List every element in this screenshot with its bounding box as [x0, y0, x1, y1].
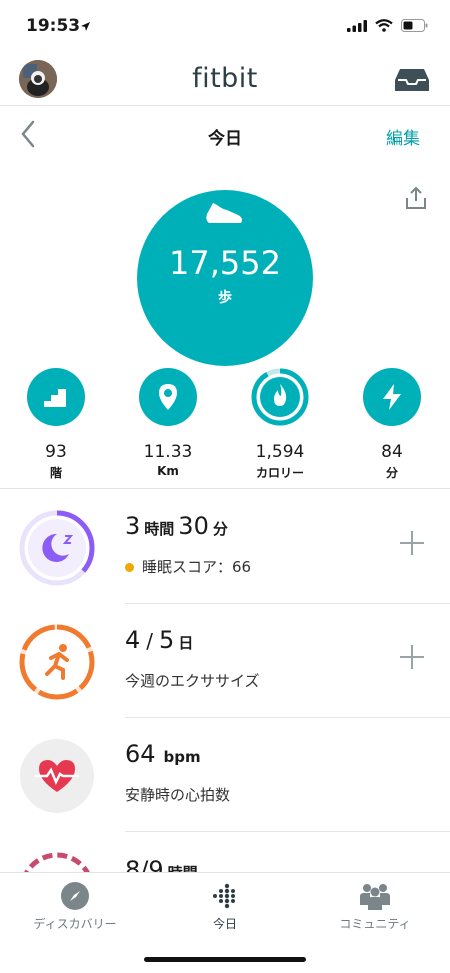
hourly-activity-tile[interactable]: 8/9時間 — [0, 832, 450, 872]
cellular-signal-icon — [347, 19, 367, 32]
sleep-score: 睡眠スコア：66 — [125, 556, 251, 577]
app-logo: fitbit — [192, 63, 258, 94]
battery-icon — [401, 19, 428, 32]
status-bar: 19:53 — [0, 0, 450, 54]
inbox-icon[interactable] — [394, 67, 430, 93]
heart-rate-icon — [20, 739, 94, 813]
home-indicator — [144, 957, 306, 962]
exercise-progress: 4/5 日 — [125, 626, 194, 654]
steps-unit: 歩 — [218, 290, 232, 306]
fitbit-dots-icon — [213, 883, 235, 909]
active-minutes-value: 84 — [381, 442, 403, 462]
add-exercise-icon[interactable] — [399, 644, 425, 670]
app-header: fitbit — [0, 54, 450, 106]
tab-today-label: 今日 — [212, 917, 237, 931]
distance-value: 11.33 — [143, 442, 193, 462]
floors-value: 93 — [45, 442, 67, 462]
lightning-icon — [363, 368, 421, 426]
add-sleep-icon[interactable] — [399, 530, 425, 556]
sleep-duration: 3 時間 30 分 — [125, 512, 228, 540]
location-pin-icon — [139, 368, 197, 426]
flame-icon — [251, 368, 309, 426]
stat-calories[interactable]: 1,594 カロリー — [230, 368, 330, 481]
floors-unit: 階 — [49, 466, 62, 480]
tab-community-label: コミュニティ — [339, 917, 411, 931]
edit-button[interactable]: 編集 — [386, 124, 420, 149]
stat-distance[interactable]: 11.33 Km — [118, 368, 218, 478]
tab-today[interactable]: 今日 — [150, 881, 300, 932]
steps-count: 17,552 — [169, 244, 281, 282]
stat-active-minutes[interactable]: 84 分 — [342, 368, 442, 481]
community-icon — [360, 884, 390, 910]
heart-rate-tile[interactable]: 64 bpm 安静時の心拍数 — [0, 718, 450, 832]
active-minutes-unit: 分 — [385, 466, 398, 480]
stairs-icon — [27, 368, 85, 426]
shoe-icon — [206, 203, 242, 223]
status-time: 19:53 — [26, 16, 81, 36]
resting-heart-rate: 64 bpm — [125, 740, 201, 768]
location-arrow-icon — [81, 22, 90, 31]
heart-rate-label: 安静時の心拍数 — [125, 786, 231, 804]
tab-discover[interactable]: ディスカバリー — [0, 881, 150, 932]
score-dot — [125, 563, 134, 572]
exercise-tile[interactable]: 4/5 日 今週のエクササイズ — [0, 604, 450, 718]
tab-discover-label: ディスカバリー — [33, 917, 117, 931]
sleep-tile[interactable]: 3 時間 30 分 睡眠スコア：66 — [0, 490, 450, 604]
calories-unit: カロリー — [255, 466, 304, 480]
tab-community[interactable]: コミュニティ — [300, 881, 450, 932]
steps-tile[interactable]: 17,552 歩 — [137, 190, 313, 366]
exercise-label: 今週のエクササイズ — [125, 672, 260, 690]
divider — [0, 488, 450, 489]
sleep-moon-icon — [19, 510, 95, 586]
running-icon — [19, 624, 95, 700]
page-title: 今日 — [208, 129, 242, 149]
hourly-activity-value: 8/9時間 — [125, 856, 198, 872]
share-icon[interactable] — [404, 186, 428, 210]
wifi-icon — [375, 19, 393, 32]
compass-icon — [61, 882, 89, 910]
stat-floors[interactable]: 93 階 — [6, 368, 106, 481]
day-navigation: 今日 編集 — [0, 106, 450, 162]
calories-value: 1,594 — [255, 442, 305, 462]
distance-unit: Km — [157, 464, 179, 478]
hourly-activity-icon — [24, 852, 90, 872]
